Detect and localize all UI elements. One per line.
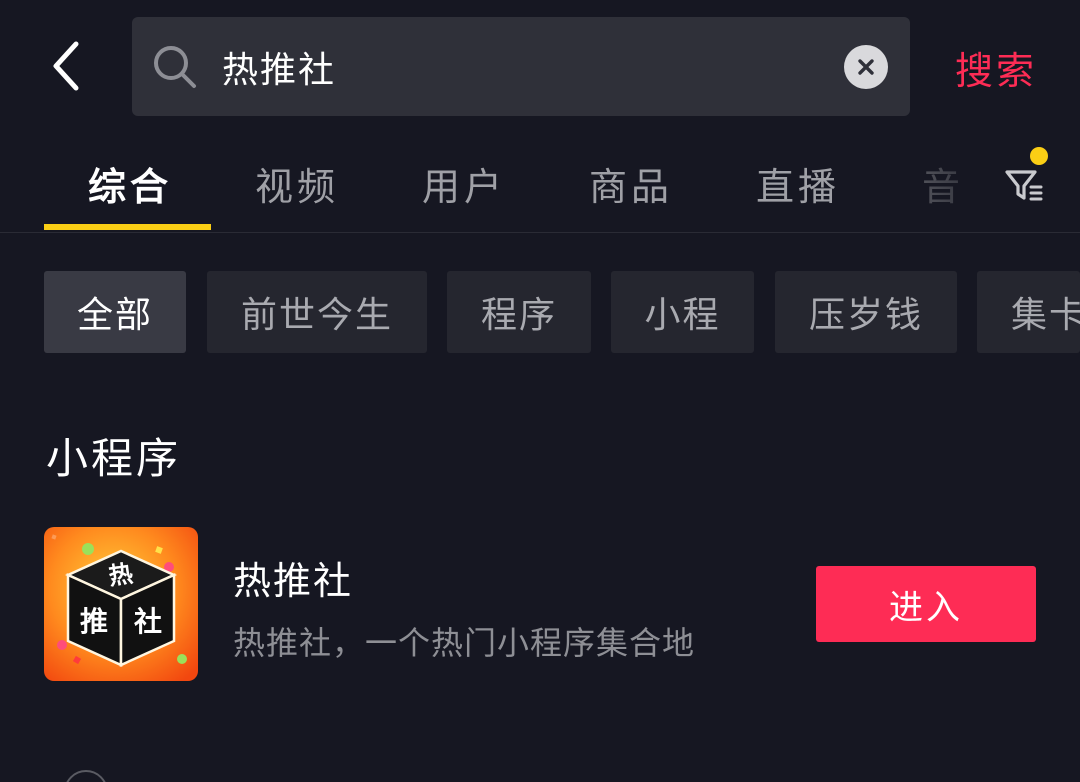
- close-icon: [858, 59, 874, 75]
- tab-live[interactable]: 直播: [756, 156, 840, 211]
- chip-red-envelope-money[interactable]: 压岁钱: [775, 271, 957, 353]
- result-tabs: 综合 视频 用户 商品 直播 音: [0, 148, 1080, 234]
- chip-past-present[interactable]: 前世今生: [207, 271, 427, 353]
- chip-mini-prog[interactable]: 小程: [611, 271, 754, 353]
- search-button[interactable]: 搜索: [955, 40, 1037, 95]
- search-input[interactable]: 热推社: [222, 17, 822, 116]
- tab-users[interactable]: 用户: [422, 156, 506, 211]
- filter-badge-dot: [1030, 147, 1048, 165]
- chip-all[interactable]: 全部: [44, 271, 186, 353]
- cube-logo-icon: 热 推 社: [44, 527, 198, 681]
- app-name[interactable]: 热推社: [233, 550, 353, 605]
- search-icon: [154, 46, 196, 88]
- app-description: 热推社，一个热门小程序集合地: [233, 624, 696, 662]
- logo-glyph-top: 热: [107, 559, 135, 590]
- enter-button[interactable]: 进入: [816, 566, 1036, 642]
- logo-glyph-right: 社: [134, 605, 162, 638]
- tab-videos[interactable]: 视频: [255, 156, 339, 211]
- logo-glyph-left: 推: [80, 605, 108, 638]
- tabs-divider: [0, 232, 1080, 233]
- tab-comprehensive[interactable]: 综合: [88, 156, 172, 211]
- mini-program-result[interactable]: 热 推 社 热推社 热推社，一个热门小程序集合地 进入: [0, 520, 1080, 690]
- avatar[interactable]: [64, 770, 108, 782]
- search-results-page: 热推社 搜索 综合 视频 用户 商品 直播 音 全部 前世今生 程序 小程 压岁…: [0, 0, 1080, 782]
- tab-music[interactable]: 音: [922, 156, 964, 211]
- back-button[interactable]: [36, 36, 96, 96]
- section-title: 小程序: [46, 434, 182, 483]
- chevron-left-icon: [53, 41, 79, 91]
- tab-products[interactable]: 商品: [589, 156, 673, 211]
- search-box[interactable]: 热推社: [132, 17, 910, 116]
- active-tab-indicator: [44, 224, 211, 230]
- clear-search-button[interactable]: [844, 45, 888, 89]
- filter-icon[interactable]: [1000, 160, 1050, 210]
- chip-program[interactable]: 程序: [447, 271, 591, 353]
- chip-collect-cards[interactable]: 集卡: [977, 271, 1080, 353]
- app-logo[interactable]: 热 推 社: [44, 527, 198, 681]
